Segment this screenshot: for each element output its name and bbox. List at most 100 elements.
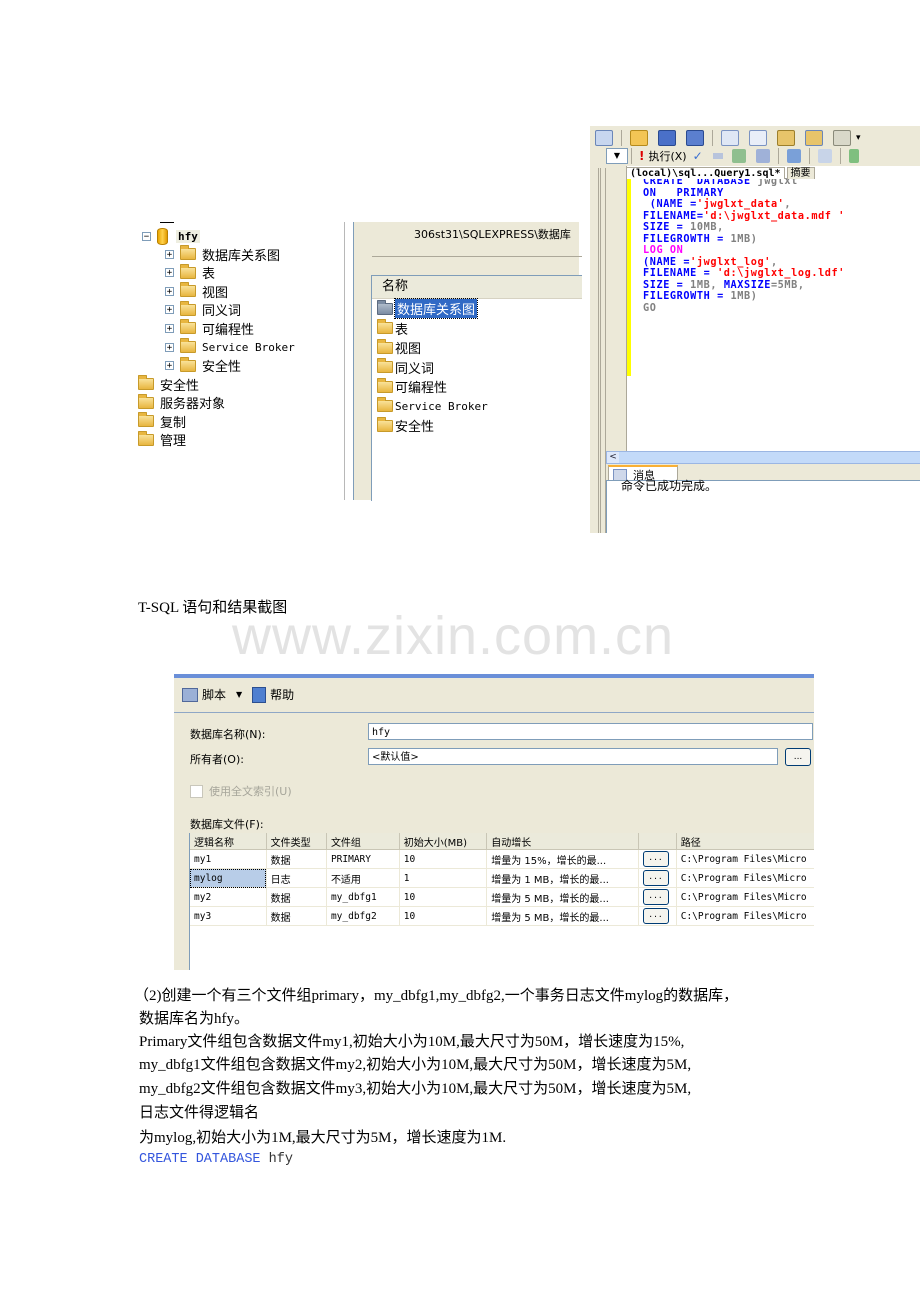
- cell-path[interactable]: C:\Program Files\Micro: [676, 849, 814, 869]
- cell-growth[interactable]: 增量为 15%，增长的最...: [486, 849, 639, 869]
- expand-icon[interactable]: +: [165, 323, 174, 333]
- scroll-left-icon[interactable]: <: [607, 452, 619, 463]
- growth-browse-cell[interactable]: ...: [638, 887, 677, 907]
- list-item[interactable]: Service Broker: [372, 397, 582, 417]
- db-name-input[interactable]: hfy: [368, 723, 813, 740]
- results-to-grid-icon[interactable]: [848, 149, 859, 163]
- tree-node[interactable]: + 数据库关系图: [165, 245, 280, 264]
- tree-node[interactable]: + Service Broker: [165, 338, 295, 356]
- tree-node[interactable]: + 视图: [165, 282, 228, 301]
- cell-path[interactable]: C:\Program Files\Micro: [676, 887, 814, 907]
- tree-node[interactable]: + 表: [165, 263, 215, 282]
- help-button[interactable]: 帮助: [270, 686, 294, 703]
- tree-node[interactable]: 复制: [138, 412, 186, 431]
- horizontal-scrollbar[interactable]: <: [606, 451, 920, 464]
- cell-size[interactable]: 1: [399, 868, 488, 888]
- owner-input[interactable]: <默认值>: [368, 748, 778, 765]
- fulltext-checkbox[interactable]: [190, 784, 203, 798]
- execute-button[interactable]: 执行(X): [648, 148, 686, 164]
- collapse-icon[interactable]: −: [142, 231, 151, 241]
- code-token: MAXSIZE: [723, 279, 771, 291]
- cell-name[interactable]: my2: [190, 887, 267, 907]
- query-options-icon[interactable]: [755, 149, 770, 163]
- expand-icon[interactable]: +: [165, 342, 174, 352]
- cell-name[interactable]: mylog: [190, 868, 267, 888]
- list-item[interactable]: 视图: [372, 338, 582, 358]
- cell-type[interactable]: 数据: [266, 906, 327, 926]
- cell-filegroup[interactable]: 不适用: [326, 868, 400, 888]
- table-row[interactable]: my3 数据 my_dbfg2 10 增量为 5 MB，增长的最...... C:\Pro…: [190, 906, 814, 926]
- tree-node[interactable]: + 同义词: [165, 300, 241, 319]
- list-item[interactable]: 数据库关系图: [372, 298, 582, 320]
- cell-size[interactable]: 10: [399, 887, 488, 907]
- expand-icon[interactable]: +: [165, 361, 174, 371]
- table-row[interactable]: my1 数据 PRIMARY 10 增量为 15%，增长的最...... C:\Progr…: [190, 849, 814, 869]
- cell-filegroup[interactable]: my_dbfg1: [326, 887, 400, 907]
- sql-code[interactable]: CREATE DATABASE jwglxt ON PRIMARY (NAME =…: [643, 176, 845, 315]
- growth-browse-button[interactable]: ...: [642, 870, 669, 886]
- table-row[interactable]: my2 数据 my_dbfg1 10 增量为 5 MB，增长的最...... C:\Pro…: [190, 887, 814, 907]
- overflow-chevron-icon[interactable]: ▾: [856, 133, 861, 143]
- splitter[interactable]: [344, 222, 354, 500]
- cancel-query-icon[interactable]: [712, 153, 723, 159]
- column-header[interactable]: 文件类型: [266, 833, 327, 850]
- cell-type[interactable]: 数据: [266, 887, 327, 907]
- cell-name[interactable]: my1: [190, 849, 267, 869]
- database-dropdown[interactable]: ▼: [606, 148, 628, 164]
- tab-summary[interactable]: 摘要: [786, 167, 815, 179]
- list-item[interactable]: 安全性: [372, 416, 582, 436]
- growth-browse-button[interactable]: ...: [642, 889, 669, 905]
- cell-filegroup[interactable]: my_dbfg2: [326, 906, 400, 926]
- tree-node[interactable]: + 安全性: [165, 356, 241, 375]
- tree-node[interactable]: 服务器对象: [138, 393, 225, 412]
- cell-path[interactable]: C:\Program Files\Micro: [676, 906, 814, 926]
- tree-node[interactable]: 安全性: [138, 375, 199, 394]
- tree-node[interactable]: 管理: [138, 430, 186, 449]
- growth-browse-button[interactable]: ...: [642, 908, 669, 924]
- column-header[interactable]: 自动增长: [486, 833, 639, 850]
- expand-icon[interactable]: +: [165, 286, 174, 296]
- cell-path[interactable]: C:\Program Files\Micro: [676, 868, 814, 888]
- column-header-name[interactable]: 名称: [372, 276, 582, 299]
- list-item[interactable]: 可编程性: [372, 377, 582, 397]
- growth-browse-cell[interactable]: ...: [638, 906, 677, 926]
- tree-node[interactable]: + 可编程性: [165, 319, 254, 338]
- folder-icon: [180, 356, 196, 372]
- display-plan-icon[interactable]: [731, 149, 746, 163]
- cell-type[interactable]: 日志: [266, 868, 327, 888]
- table-row[interactable]: mylog 日志 不适用 1 增量为 1 MB，增长的最...... C:\Program…: [190, 868, 814, 888]
- code-keyword: CREATE DATABASE: [139, 1152, 261, 1167]
- column-header[interactable]: [638, 833, 677, 850]
- specify-values-icon[interactable]: [817, 149, 832, 163]
- column-header[interactable]: 初始大小(MB): [399, 833, 488, 850]
- expand-icon[interactable]: +: [165, 268, 174, 278]
- expand-icon[interactable]: +: [165, 305, 174, 315]
- code-editor[interactable]: CREATE DATABASE jwglxt ON PRIMARY (NAME =…: [626, 166, 920, 456]
- column-header[interactable]: 路径: [676, 833, 814, 850]
- owner-browse-button[interactable]: ...: [785, 748, 811, 766]
- cell-name[interactable]: my3: [190, 906, 267, 926]
- tab-query[interactable]: (local)\sql...Query1.sql*: [626, 167, 785, 179]
- script-dropdown-icon[interactable]: ▼: [236, 690, 242, 699]
- cell-filegroup[interactable]: PRIMARY: [326, 849, 400, 869]
- cell-size[interactable]: 10: [399, 849, 488, 869]
- list-item[interactable]: 同义词: [372, 358, 582, 378]
- design-query-icon[interactable]: [786, 149, 801, 163]
- growth-browse-cell[interactable]: ...: [638, 868, 677, 888]
- parse-checkmark-icon[interactable]: ✓: [693, 149, 703, 163]
- list-item[interactable]: 表: [372, 319, 582, 339]
- growth-browse-cell[interactable]: ...: [638, 849, 677, 869]
- cell-type[interactable]: 数据: [266, 849, 327, 869]
- folder-icon: [377, 377, 393, 393]
- tree-node-database[interactable]: − hfy: [142, 227, 200, 245]
- column-header[interactable]: 逻辑名称: [190, 833, 267, 850]
- cell-growth[interactable]: 增量为 5 MB，增长的最...: [486, 906, 639, 926]
- toolbar-separator: [777, 148, 779, 164]
- script-button[interactable]: 脚本: [202, 686, 226, 703]
- expand-icon[interactable]: +: [165, 249, 174, 259]
- growth-browse-button[interactable]: ...: [642, 851, 669, 867]
- column-header[interactable]: 文件组: [326, 833, 400, 850]
- cell-size[interactable]: 10: [399, 906, 488, 926]
- cell-growth[interactable]: 增量为 5 MB，增长的最...: [486, 887, 639, 907]
- cell-growth[interactable]: 增量为 1 MB，增长的最...: [486, 868, 639, 888]
